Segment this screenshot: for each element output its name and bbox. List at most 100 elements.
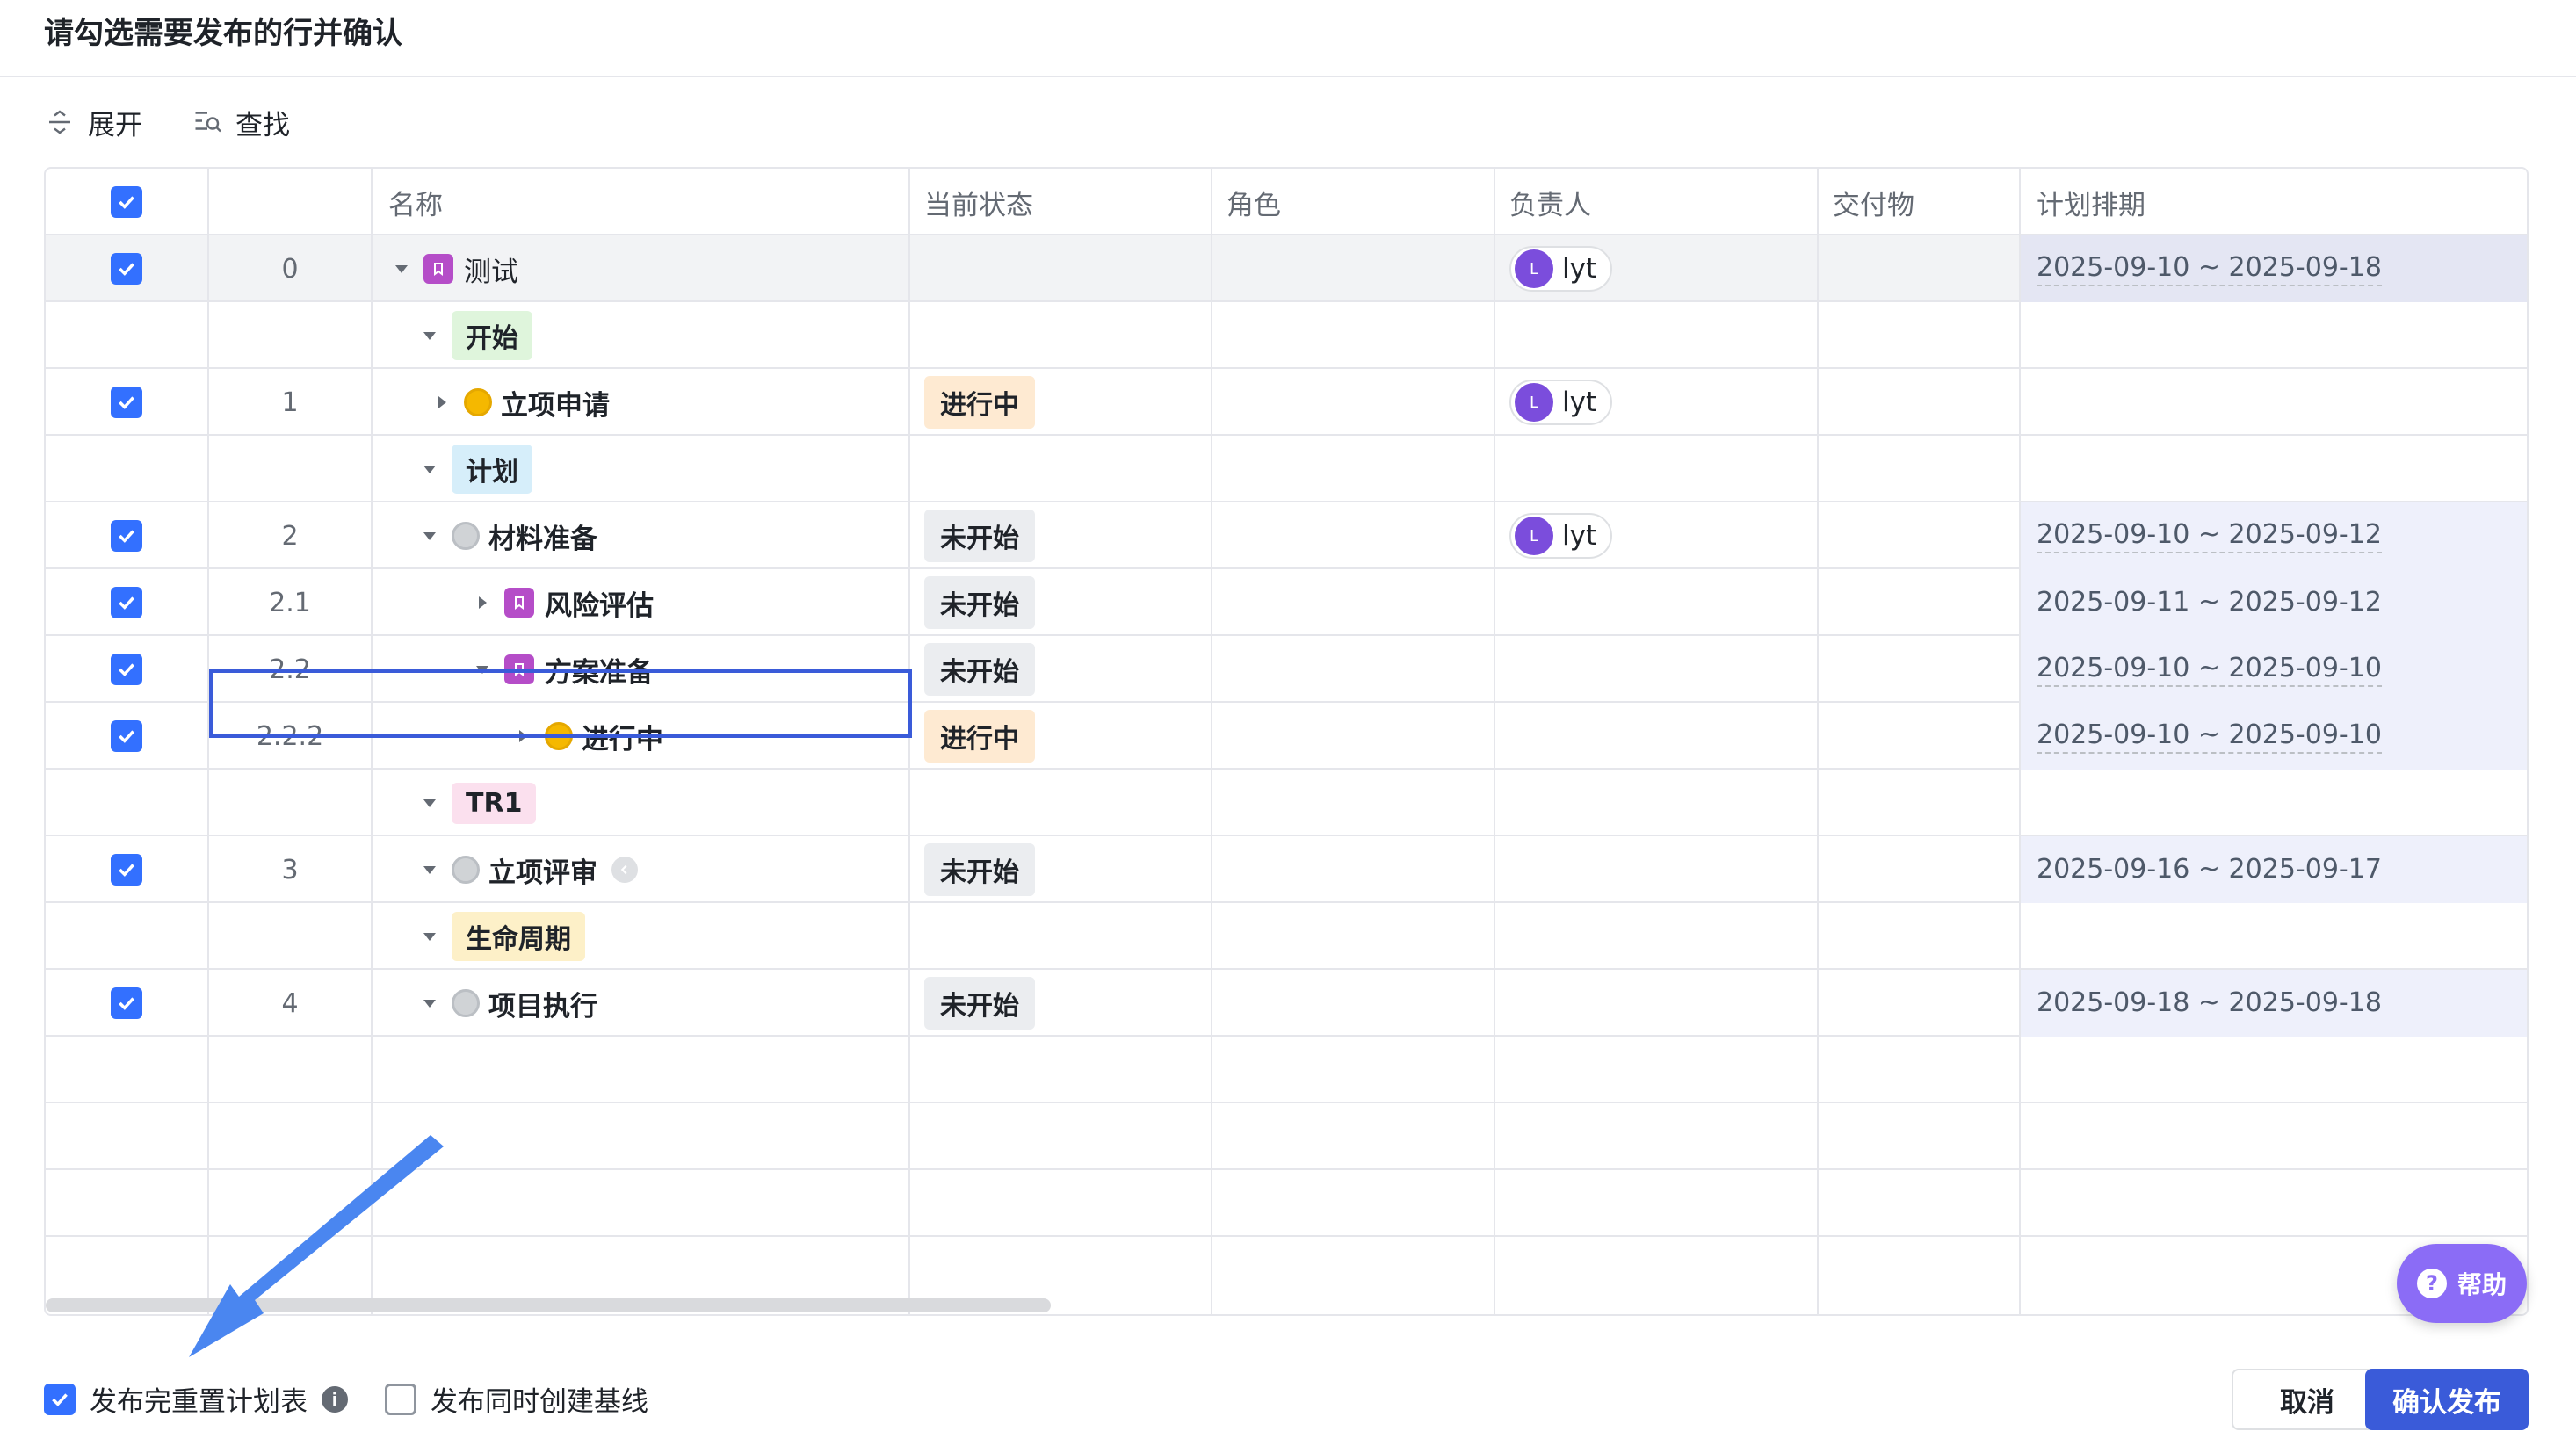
caret-down-icon[interactable]	[416, 322, 443, 349]
schedule-text: 2025-09-10 ~ 2025-09-10	[2037, 653, 2382, 687]
column-header-deliverable[interactable]: 交付物	[1819, 169, 2021, 235]
baseline-label[interactable]: 发布同时创建基线	[431, 1379, 648, 1419]
caret-down-icon[interactable]	[416, 923, 443, 950]
footer-options: 发布完重置计划表 i 发布同时创建基线	[44, 1379, 648, 1419]
expand-icon	[49, 110, 70, 134]
name-cell: 方案准备	[373, 636, 910, 703]
column-header-name[interactable]: 名称	[373, 169, 910, 235]
schedule-cell[interactable]: 2025-09-10 ~ 2025-09-12	[2021, 502, 2527, 569]
status-cell[interactable]: 未开始	[910, 502, 1212, 569]
name-cell: 项目执行	[373, 970, 910, 1037]
horizontal-scrollbar[interactable]	[46, 1298, 1051, 1312]
table-row[interactable]: 4 项目执行 未开始 2025-09-18 ~ 2025-09-18	[46, 970, 2527, 1037]
in-progress-dot-icon	[464, 388, 492, 416]
schedule-text: 2025-09-10 ~ 2025-09-10	[2037, 719, 2382, 754]
table-row[interactable]: 2.2 方案准备 未开始 2025-09-10 ~ 2025-09-10	[46, 636, 2527, 703]
expand-button[interactable]: 展开	[44, 103, 142, 142]
dialog-header: 请勾选需要发布的行并确认	[0, 0, 2576, 77]
schedule-cell[interactable]: 2025-09-10 ~ 2025-09-10	[2021, 636, 2527, 703]
empty-cell	[209, 1037, 373, 1103]
avatar: L	[1515, 383, 1553, 422]
table-row[interactable]: 2.2.2 进行中 进行中 2025-09-10 ~ 2025-09-10	[46, 703, 2527, 770]
check-icon	[52, 1392, 68, 1406]
confirm-publish-button[interactable]: 确认发布	[2365, 1369, 2529, 1430]
owner-chip[interactable]: Llyt	[1509, 513, 1613, 559]
caret-right-icon[interactable]	[429, 389, 455, 416]
back-arrow-icon[interactable]	[611, 857, 638, 883]
caret-down-icon[interactable]	[416, 857, 443, 883]
empty-cell	[373, 1037, 910, 1103]
caret-down-icon[interactable]	[416, 790, 443, 816]
row-select-cell	[46, 436, 209, 502]
row-index	[209, 903, 373, 970]
name-cell: 立项申请	[373, 369, 910, 436]
table-row[interactable]: 2.1 风险评估 未开始 2025-09-11 ~ 2025-09-12	[46, 569, 2527, 636]
avatar: L	[1515, 249, 1553, 288]
row-checkbox[interactable]	[111, 987, 142, 1019]
avatar: L	[1515, 517, 1553, 555]
cancel-button[interactable]: 取消	[2232, 1369, 2383, 1430]
expand-label: 展开	[88, 109, 142, 141]
empty-row	[46, 1103, 2527, 1170]
row-select-cell	[46, 569, 209, 636]
schedule-cell[interactable]: 2025-09-11 ~ 2025-09-12	[2021, 569, 2527, 636]
caret-down-icon[interactable]	[416, 523, 443, 549]
row-checkbox[interactable]	[111, 654, 142, 685]
caret-right-icon[interactable]	[510, 723, 536, 749]
caret-down-icon[interactable]	[416, 990, 443, 1016]
phase-tag: 计划	[452, 445, 532, 494]
owner-chip[interactable]: Llyt	[1509, 380, 1613, 425]
row-checkbox[interactable]	[111, 587, 142, 618]
caret-down-icon[interactable]	[469, 656, 496, 683]
status-cell[interactable]: 进行中	[910, 369, 1212, 436]
column-header-owner[interactable]: 负责人	[1495, 169, 1819, 235]
status-tag: 进行中	[924, 710, 1035, 763]
status-cell[interactable]: 未开始	[910, 636, 1212, 703]
column-header-schedule[interactable]: 计划排期	[2021, 169, 2527, 235]
row-checkbox[interactable]	[111, 520, 142, 552]
status-cell[interactable]: 未开始	[910, 836, 1212, 903]
role-cell	[1212, 235, 1495, 302]
schedule-cell[interactable]: 2025-09-10 ~ 2025-09-10	[2021, 703, 2527, 770]
empty-cell	[910, 1037, 1212, 1103]
caret-down-icon[interactable]	[416, 456, 443, 482]
task-name: 材料准备	[488, 523, 597, 555]
toolbar: 展开 查找	[44, 95, 290, 149]
schedule-cell[interactable]: 2025-09-18 ~ 2025-09-18	[2021, 970, 2527, 1037]
check-icon	[119, 196, 134, 209]
find-button[interactable]: 查找	[192, 103, 290, 142]
row-checkbox[interactable]	[111, 854, 142, 886]
row-checkbox[interactable]	[111, 387, 142, 418]
role-cell	[1212, 836, 1495, 903]
select-all-checkbox[interactable]	[111, 186, 142, 218]
row-checkbox[interactable]	[111, 253, 142, 285]
reset-plan-label[interactable]: 发布完重置计划表	[90, 1379, 308, 1419]
owner-name: lyt	[1562, 520, 1597, 552]
column-header-status[interactable]: 当前状态	[910, 169, 1212, 235]
empty-cell	[2021, 1037, 2527, 1103]
schedule-cell[interactable]: 2025-09-16 ~ 2025-09-17	[2021, 836, 2527, 903]
baseline-checkbox[interactable]	[385, 1383, 416, 1415]
help-button[interactable]: ? 帮助	[2397, 1244, 2527, 1323]
row-select-cell	[46, 703, 209, 770]
empty-cell	[373, 1103, 910, 1170]
info-icon[interactable]: i	[322, 1385, 348, 1413]
status-cell[interactable]: 进行中	[910, 703, 1212, 770]
table-row[interactable]: 2 材料准备 未开始 Llyt 2025-09-10 ~ 2025-09-12	[46, 502, 2527, 569]
table-row[interactable]: 0 测试 Llyt 2025-09-10 ~ 2025-09-18	[46, 235, 2527, 302]
caret-down-icon[interactable]	[388, 256, 415, 282]
column-header-role[interactable]: 角色	[1212, 169, 1495, 235]
status-cell[interactable]: 未开始	[910, 569, 1212, 636]
owner-chip[interactable]: Llyt	[1509, 246, 1613, 292]
table-header-row: 名称 当前状态 角色 负责人 交付物 计划排期	[46, 169, 2527, 235]
reset-plan-checkbox[interactable]	[44, 1383, 76, 1415]
schedule-cell[interactable]: 2025-09-10 ~ 2025-09-18	[2021, 235, 2527, 302]
status-cell	[910, 436, 1212, 502]
deliverable-cell	[1819, 903, 2021, 970]
caret-right-icon[interactable]	[469, 589, 496, 616]
table-row[interactable]: 1 立项申请 进行中 Llyt	[46, 369, 2527, 436]
status-cell[interactable]: 未开始	[910, 970, 1212, 1037]
empty-cell	[46, 1037, 209, 1103]
row-checkbox[interactable]	[111, 720, 142, 752]
table-row[interactable]: 3 立项评审 未开始 2025-09-16 ~ 2025-09-17	[46, 836, 2527, 903]
